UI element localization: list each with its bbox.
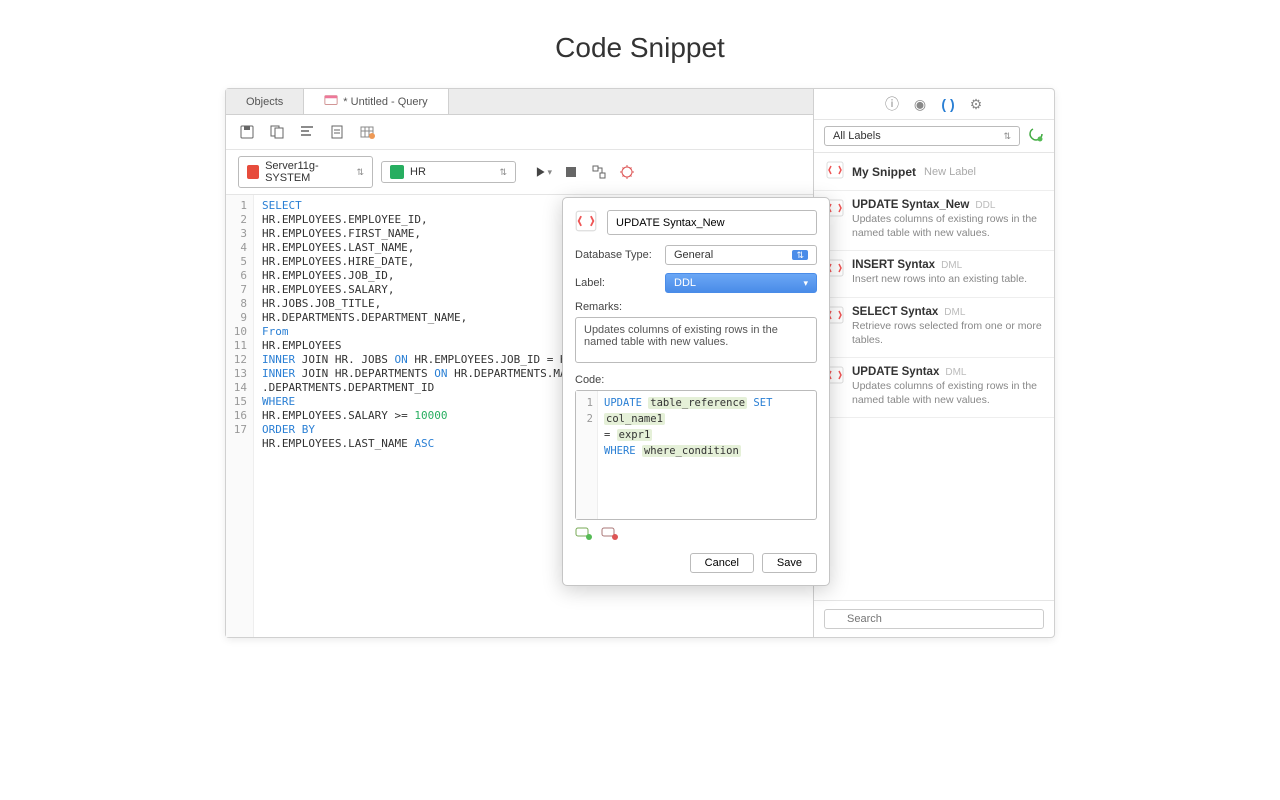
database-icon bbox=[390, 165, 404, 179]
label-select[interactable]: DDL ▾ bbox=[665, 273, 817, 293]
snippet-desc: Updates columns of existing rows in the … bbox=[852, 213, 1042, 240]
snippet-item[interactable]: UPDATE Syntax DML Updates columns of exis… bbox=[814, 358, 1054, 418]
copy-icon[interactable] bbox=[268, 123, 286, 141]
snippet-list: UPDATE Syntax_New DDL Updates columns of … bbox=[814, 191, 1054, 600]
cancel-button[interactable]: Cancel bbox=[690, 553, 754, 573]
code-gutter: 12 bbox=[576, 391, 598, 519]
database-dropdown[interactable]: HR ⇅ bbox=[381, 161, 516, 183]
labels-row: All Labels ⇅ bbox=[814, 120, 1054, 153]
query-tab-icon bbox=[324, 93, 338, 110]
snippet-name-input[interactable] bbox=[607, 210, 817, 235]
db-type-label: Database Type: bbox=[575, 249, 665, 261]
side-tab-bar: ⓘ ◉ ( ) ⚙ bbox=[814, 89, 1054, 120]
add-placeholder-icon[interactable] bbox=[575, 526, 593, 543]
save-button[interactable]: Save bbox=[762, 553, 817, 573]
debug-icon[interactable] bbox=[618, 163, 636, 181]
search-row bbox=[814, 600, 1054, 637]
new-query-icon[interactable] bbox=[328, 123, 346, 141]
chevron-updown-icon: ⇅ bbox=[356, 167, 364, 178]
db-type-select[interactable]: General ⇅ bbox=[665, 245, 817, 265]
chevron-updown-icon: ⇅ bbox=[499, 167, 507, 178]
format-icon[interactable] bbox=[298, 123, 316, 141]
remove-placeholder-icon[interactable] bbox=[601, 526, 619, 543]
oracle-icon bbox=[247, 165, 259, 179]
tab-bar: Objects * Untitled - Query bbox=[226, 89, 813, 115]
save-icon[interactable] bbox=[238, 123, 256, 141]
tab-objects[interactable]: Objects bbox=[226, 89, 304, 114]
eye-tab-icon[interactable]: ◉ bbox=[911, 95, 929, 113]
code-body[interactable]: UPDATE table_reference SET col_name1 = e… bbox=[598, 391, 816, 519]
snippet-tag: DDL bbox=[975, 200, 995, 211]
info-tab-icon[interactable]: ⓘ bbox=[883, 95, 901, 113]
db-type-value: General bbox=[674, 249, 713, 261]
snippet-edit-dialog: Database Type: General ⇅ Label: DDL ▾ Re… bbox=[562, 197, 830, 586]
side-panel: ⓘ ◉ ( ) ⚙ All Labels ⇅ My Snippet New La… bbox=[814, 89, 1054, 637]
main-toolbar bbox=[226, 115, 813, 150]
explain-icon[interactable] bbox=[590, 163, 608, 181]
snippet-desc: Insert new rows into an existing table. bbox=[852, 273, 1027, 287]
snippet-item[interactable]: SELECT Syntax DML Retrieve rows selected … bbox=[814, 298, 1054, 358]
tab-query[interactable]: * Untitled - Query bbox=[304, 89, 448, 114]
snippet-title: UPDATE Syntax_New bbox=[852, 199, 969, 211]
search-input[interactable] bbox=[824, 609, 1044, 629]
snippet-tab-icon[interactable]: ( ) bbox=[939, 95, 957, 113]
label-value: DDL bbox=[674, 277, 696, 289]
snippet-title: UPDATE Syntax bbox=[852, 366, 939, 378]
line-gutter: 1234567891011121314151617 bbox=[226, 195, 254, 637]
snippet-tag: DML bbox=[941, 260, 962, 271]
page-title: Code Snippet bbox=[0, 32, 1280, 64]
snippet-item[interactable]: UPDATE Syntax_New DDL Updates columns of … bbox=[814, 191, 1054, 251]
snippet-desc: Updates columns of existing rows in the … bbox=[852, 380, 1042, 407]
code-label: Code: bbox=[575, 374, 817, 386]
database-name: HR bbox=[410, 166, 426, 178]
snippet-header-sublabel: New Label bbox=[924, 166, 976, 178]
chevron-updown-icon: ⇅ bbox=[1003, 131, 1011, 142]
label-label: Label: bbox=[575, 277, 665, 289]
snippet-header-icon bbox=[826, 161, 844, 182]
remarks-textarea[interactable] bbox=[575, 317, 817, 363]
labels-dd-text: All Labels bbox=[833, 130, 881, 142]
snippet-item[interactable]: INSERT Syntax DML Insert new rows into an… bbox=[814, 251, 1054, 298]
chevron-down-icon: ▾ bbox=[803, 278, 808, 289]
snippet-header-title: My Snippet bbox=[852, 165, 916, 179]
stop-icon[interactable] bbox=[562, 163, 580, 181]
server-dropdown[interactable]: Server11g-SYSTEM ⇅ bbox=[238, 156, 373, 188]
run-icon[interactable]: ▾ bbox=[534, 163, 552, 181]
app-window: Objects * Untitled - Query Server11g-SYS… bbox=[225, 88, 1055, 638]
table-icon[interactable] bbox=[358, 123, 376, 141]
labels-dropdown[interactable]: All Labels ⇅ bbox=[824, 126, 1020, 146]
snippet-title: SELECT Syntax bbox=[852, 306, 938, 318]
server-name: Server11g-SYSTEM bbox=[265, 160, 350, 184]
snippet-header: My Snippet New Label bbox=[814, 153, 1054, 191]
remarks-label: Remarks: bbox=[575, 301, 817, 313]
gear-tab-icon[interactable]: ⚙ bbox=[967, 95, 985, 113]
tab-query-label: * Untitled - Query bbox=[343, 96, 427, 108]
dialog-icon bbox=[575, 210, 597, 235]
refresh-snippet-icon[interactable] bbox=[1028, 127, 1044, 146]
connection-row: Server11g-SYSTEM ⇅ HR ⇅ ▾ bbox=[226, 150, 813, 195]
chevron-updown-icon: ⇅ bbox=[792, 250, 808, 260]
snippet-title: INSERT Syntax bbox=[852, 259, 935, 271]
snippet-desc: Retrieve rows selected from one or more … bbox=[852, 320, 1042, 347]
snippet-tag: DML bbox=[944, 307, 965, 318]
snippet-tag: DML bbox=[945, 367, 966, 378]
code-editor[interactable]: 12 UPDATE table_reference SET col_name1 … bbox=[575, 390, 817, 520]
